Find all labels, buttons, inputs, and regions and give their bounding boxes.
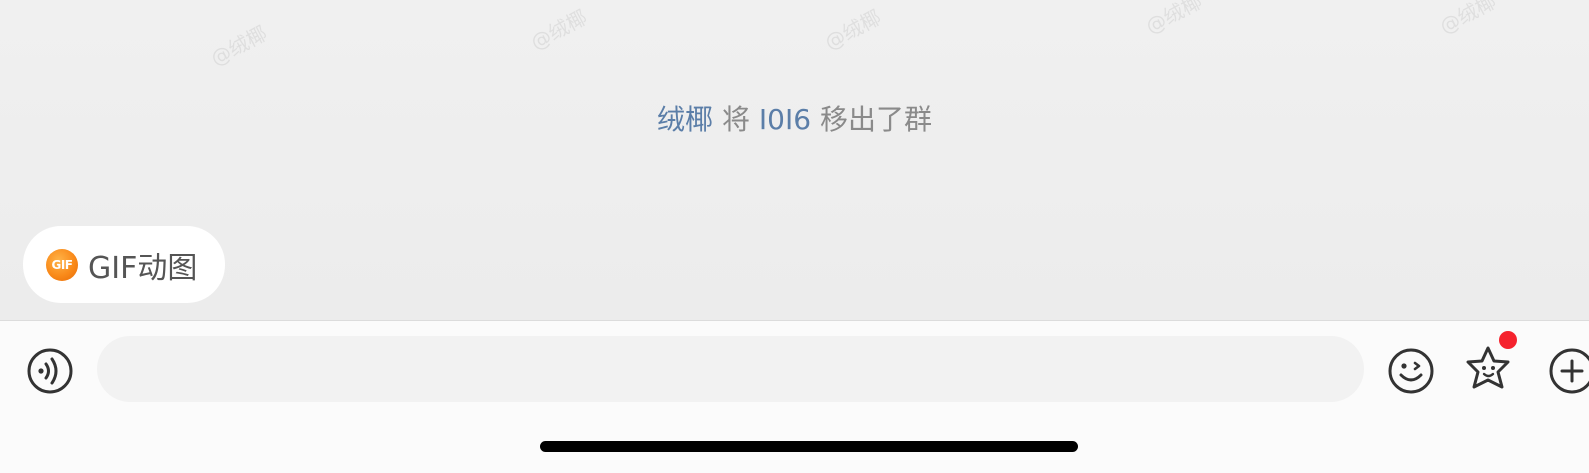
watermark: @绒椰 [206,21,271,71]
voice-icon[interactable] [25,346,75,396]
home-indicator[interactable] [540,441,1078,452]
chat-area: @绒椰 @绒椰 @绒椰 @绒椰 @绒椰 绒椰 将 I0I6 移出了群 GIF G… [0,0,1589,320]
watermark: @绒椰 [820,5,885,55]
gif-suggestion-chip[interactable]: GIF GIF动图 [23,226,225,303]
target-name-link[interactable]: I0I6 [759,103,811,136]
notification-dot [1499,331,1517,349]
message-input[interactable] [97,336,1364,402]
star-face-icon[interactable] [1463,344,1513,394]
system-message-verb: 将 [721,103,750,136]
system-message: 绒椰 将 I0I6 移出了群 [0,98,1589,138]
gif-chip-label: GIF动图 [88,250,198,286]
input-bar [0,320,1589,473]
gif-icon: GIF [46,248,78,281]
watermark: @绒椰 [1141,0,1206,39]
watermark: @绒椰 [1435,0,1500,39]
plus-icon[interactable] [1547,346,1589,396]
smile-icon[interactable] [1386,346,1436,396]
watermark: @绒椰 [526,5,591,55]
actor-name-link[interactable]: 绒椰 [657,103,713,136]
system-message-action: 移出了群 [819,103,932,136]
